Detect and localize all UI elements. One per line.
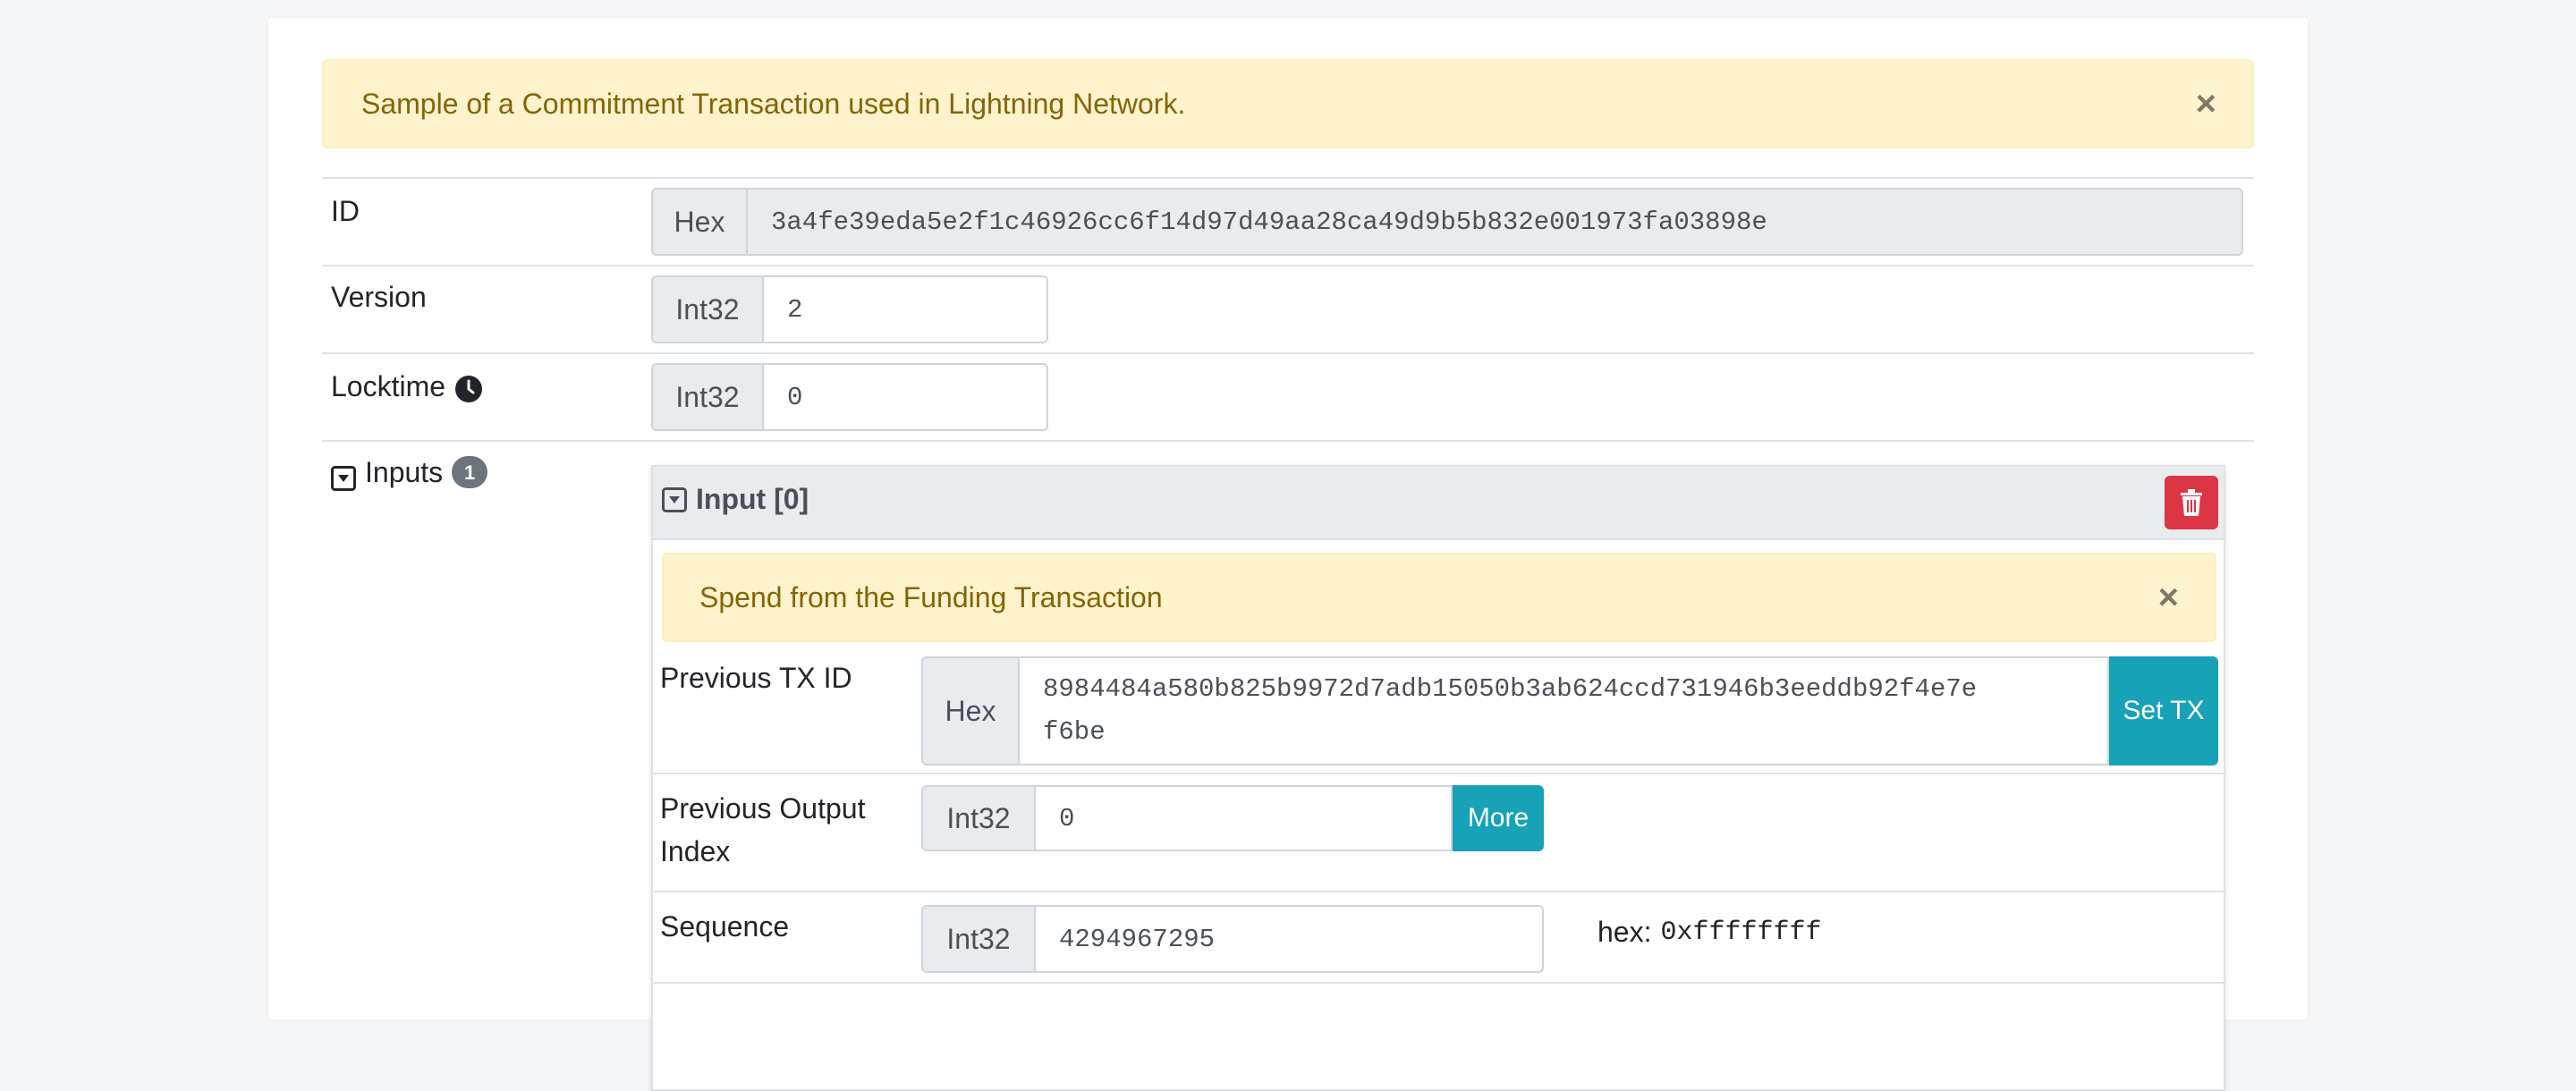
prev-txid-row: Previous TX ID Hex 8984484a580b825b9972d… [653,656,2224,774]
input-0-alert-message: Spend from the Funding Transaction [699,580,1163,613]
close-icon[interactable]: × [2196,86,2216,122]
input-0-alert: Spend from the Funding Transaction × [662,553,2216,642]
set-tx-button[interactable]: Set TX [2109,656,2218,765]
input-0-toggle[interactable]: Input [0] [662,483,809,516]
prev-index-label-line-2: Index [660,835,731,867]
sequence-hex-label: hex: [1597,916,1652,948]
locktime-row: Locktime Int32 0 [322,352,2254,442]
sequence-type-addon: Int32 [921,905,1036,973]
id-input-group: Hex 3a4fe39eda5e2f1c46926cc6f14d97d49aa2… [651,188,2243,256]
locktime-label-text: Locktime [331,370,446,402]
id-type-addon: Hex [651,188,748,256]
sample-alert: Sample of a Commitment Transaction used … [322,59,2254,148]
version-input-group: Int32 2 [651,275,1048,343]
id-label: ID [331,195,360,227]
close-icon[interactable]: × [2158,579,2179,615]
locktime-input-group: Int32 0 [651,363,1048,431]
clock-icon[interactable] [454,372,483,402]
sequence-label: Sequence [660,910,790,943]
sequence-hex-value: 0xffffffff [1660,917,1822,948]
locktime-label: Locktime [331,365,483,408]
inputs-row: Inputs 1 Input [0] Spend from the Fundin… [322,440,2254,1091]
locktime-type-addon: Int32 [651,363,764,431]
collapse-icon[interactable] [662,486,687,512]
transaction-card: Sample of a Commitment Transaction used … [268,18,2308,1091]
prev-index-label-line-1: Previous Output [660,792,866,825]
id-row: ID Hex 3a4fe39eda5e2f1c46926cc6f14d97d49… [322,177,2254,265]
prev-index-row: Previous Output Index Int32 0 More [653,776,2224,892]
more-button[interactable]: More [1453,785,1544,851]
version-label: Version [331,281,427,313]
prev-index-input-group: Int32 0 More [921,785,1544,851]
sequence-row: Sequence Int32 4294967295 hex: 0xfffffff… [653,894,2224,984]
prev-txid-line-2: f6be [1043,717,1106,747]
input-0-card: Input [0] Spend from the Funding Transac… [651,465,2225,1091]
delete-input-button[interactable] [2165,476,2218,529]
input-0-header: Input [0] [653,467,2224,540]
prev-index-label: Previous Output Index [660,787,865,873]
prev-txid-type-addon: Hex [921,656,1020,765]
prev-txid-label: Previous TX ID [660,662,852,694]
version-type-addon: Int32 [651,275,764,343]
input-0-title: Input [0] [696,483,809,515]
sequence-hex-display: hex: 0xffffffff [1597,916,1822,949]
prev-txid-field[interactable]: 8984484a580b825b9972d7adb15050b3ab624ccd… [1020,656,2109,765]
trash-icon [2179,488,2204,517]
sequence-field[interactable]: 4294967295 [1036,905,1544,973]
sequence-input-group: Int32 4294967295 [921,905,1544,973]
locktime-field[interactable]: 0 [764,363,1048,431]
collapse-icon[interactable] [331,460,356,491]
inputs-count-badge: 1 [452,456,488,488]
prev-txid-line-1: 8984484a580b825b9972d7adb15050b3ab624ccd… [1043,674,1978,704]
inputs-toggle[interactable]: Inputs 1 [331,451,488,494]
version-field[interactable]: 2 [764,275,1048,343]
prev-txid-input-group: Hex 8984484a580b825b9972d7adb15050b3ab62… [921,656,2218,765]
prev-index-field[interactable]: 0 [1036,785,1453,851]
prev-index-type-addon: Int32 [921,785,1036,851]
sample-alert-message: Sample of a Commitment Transaction used … [361,87,1186,120]
version-row: Version Int32 2 [322,265,2254,352]
inputs-label: Inputs [365,456,444,488]
id-field[interactable]: 3a4fe39eda5e2f1c46926cc6f14d97d49aa28ca4… [748,188,2243,256]
